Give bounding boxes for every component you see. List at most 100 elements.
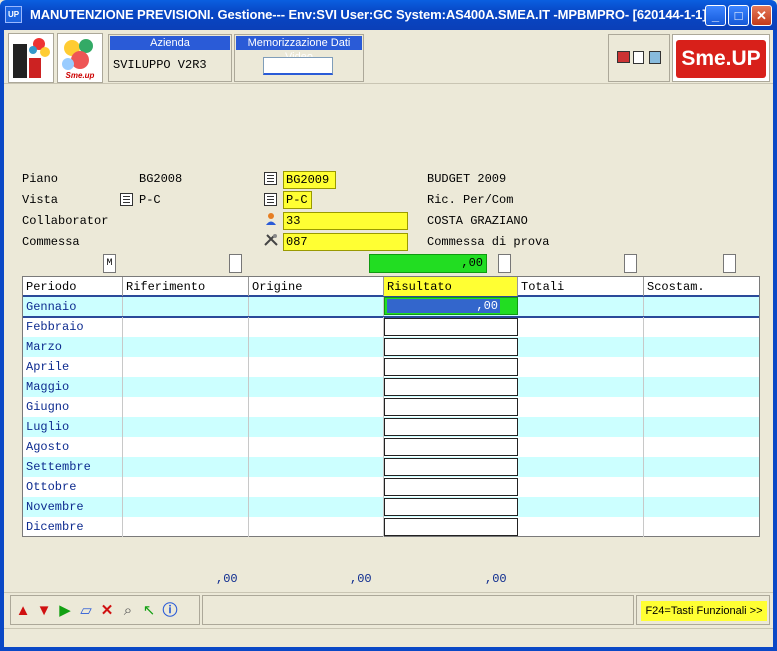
column-header-periodo[interactable]: Periodo xyxy=(23,277,123,296)
tools-icon[interactable] xyxy=(264,233,279,247)
column-header-riferimento[interactable]: Riferimento xyxy=(123,277,249,296)
arrow-down-icon[interactable]: ▼ xyxy=(36,602,52,620)
grid-cell xyxy=(644,397,759,417)
vista-target-field[interactable]: P-C xyxy=(283,191,312,209)
title-bar: UP MANUTENZIONE PREVISIONI. Gestione--- … xyxy=(0,0,777,30)
eraser-icon[interactable]: ▱ xyxy=(78,602,94,620)
arrow-up-icon[interactable]: ▲ xyxy=(15,602,31,620)
commessa-label: Commessa xyxy=(22,235,80,249)
risultato-input[interactable] xyxy=(384,498,518,516)
function-keys-panel: F24=Tasti Funzionali >> xyxy=(636,595,770,625)
vista-description: Ric. Per/Com xyxy=(427,193,514,207)
window-frame-right xyxy=(773,30,777,651)
risultato-checkbox[interactable] xyxy=(498,254,511,273)
monitor-icon[interactable] xyxy=(617,51,630,63)
risultato-input[interactable] xyxy=(384,418,518,436)
grid-cell xyxy=(518,417,644,437)
search-icon[interactable]: ⌕ xyxy=(120,602,136,620)
bottom-toolbar: ▲ ▼ ▶ ▱ ✕ ⌕ ↖ ⓘ F24=Tasti Funzionali >> xyxy=(4,592,773,625)
grid-cell xyxy=(644,297,759,317)
risultato-total-field[interactable]: ,00 xyxy=(369,254,487,273)
azienda-value: SVILUPPO V2R3 xyxy=(113,58,207,72)
table-row[interactable]: Ottobre xyxy=(23,477,759,497)
person-icon[interactable] xyxy=(264,212,278,226)
risultato-input[interactable] xyxy=(384,478,518,496)
column-header-risultato[interactable]: Risultato xyxy=(384,277,518,296)
window-title: MANUTENZIONE PREVISIONI. Gestione--- Env… xyxy=(30,7,707,22)
periodo-cell: Ottobre xyxy=(23,477,123,497)
table-row[interactable]: Gennaio ,00 xyxy=(23,297,759,318)
grid-cell xyxy=(123,377,249,397)
company-logo-icon[interactable] xyxy=(8,33,54,83)
table-row[interactable]: Luglio xyxy=(23,417,759,437)
grid-cell xyxy=(249,457,384,477)
grid-cell xyxy=(518,437,644,457)
table-row[interactable]: Agosto xyxy=(23,437,759,457)
notes-icon[interactable] xyxy=(649,51,661,64)
risultato-input[interactable] xyxy=(384,518,518,536)
table-row[interactable]: Dicembre xyxy=(23,517,759,537)
table-row[interactable]: Giugno xyxy=(23,397,759,417)
periodo-cell: Maggio xyxy=(23,377,123,397)
grid-cell xyxy=(518,497,644,517)
column-header-origine[interactable]: Origine xyxy=(249,277,384,296)
piano-label: Piano xyxy=(22,172,59,186)
grid-cell xyxy=(249,337,384,357)
close-button[interactable]: ✕ xyxy=(751,5,772,26)
table-row[interactable]: Settembre xyxy=(23,457,759,477)
maximize-button[interactable]: □ xyxy=(728,5,749,26)
vista-target-lookup-icon[interactable] xyxy=(264,193,277,206)
smeup-brand[interactable]: Sme.UP xyxy=(672,34,770,82)
table-row[interactable]: Novembre xyxy=(23,497,759,517)
column-header-scostam[interactable]: Scostam. xyxy=(644,277,759,296)
memo-input[interactable] xyxy=(263,57,333,75)
table-row[interactable]: Maggio xyxy=(23,377,759,397)
grid-cell xyxy=(644,417,759,437)
message-area xyxy=(202,595,634,625)
play-icon[interactable]: ▶ xyxy=(57,602,73,620)
risultato-input[interactable] xyxy=(384,338,518,356)
vista-lookup-icon[interactable] xyxy=(120,193,133,206)
commessa-description: Commessa di prova xyxy=(427,235,550,249)
piano-lookup-icon[interactable] xyxy=(264,172,277,185)
risultato-input[interactable] xyxy=(384,358,518,376)
risultato-input[interactable] xyxy=(384,438,518,456)
table-row[interactable]: Marzo xyxy=(23,337,759,357)
grid-cell xyxy=(644,357,759,377)
risultato-input[interactable] xyxy=(384,318,518,336)
azienda-panel: Azienda SVILUPPO V2R3 xyxy=(108,34,232,82)
back-icon[interactable]: ↖ xyxy=(141,602,157,620)
risultato-input[interactable] xyxy=(384,458,518,476)
memo-caption: Memorizzazione Dati Video xyxy=(236,36,362,63)
table-row[interactable]: Febbraio xyxy=(23,317,759,337)
grid-cell xyxy=(123,397,249,417)
piano-target-field[interactable]: BG2009 xyxy=(283,171,336,189)
riferimento-checkbox[interactable] xyxy=(229,254,242,273)
risultato-input[interactable] xyxy=(384,378,518,396)
grid-cell xyxy=(249,477,384,497)
periodo-cell: Gennaio xyxy=(23,297,123,317)
column-header-totali[interactable]: Totali xyxy=(518,277,644,296)
scostam-checkbox[interactable] xyxy=(723,254,736,273)
grid-cell xyxy=(644,477,759,497)
grid-cell xyxy=(249,497,384,517)
info-icon[interactable]: ⓘ xyxy=(162,602,178,620)
smeup-logo-icon[interactable]: Sme.up xyxy=(57,33,103,83)
periodo-cell: Marzo xyxy=(23,337,123,357)
smeup-logo-text: Sme.up xyxy=(66,71,95,80)
app-icon[interactable]: UP xyxy=(5,6,22,23)
piano-description: BUDGET 2009 xyxy=(427,172,507,186)
table-row[interactable]: Aprile xyxy=(23,357,759,377)
grid-cell xyxy=(644,437,759,457)
collaborator-field[interactable]: 33 xyxy=(283,212,408,230)
delete-icon[interactable]: ✕ xyxy=(99,602,115,620)
commessa-field[interactable]: 087 xyxy=(283,233,408,251)
minimize-button[interactable]: _ xyxy=(705,5,726,26)
periodo-cell: Novembre xyxy=(23,497,123,517)
risultato-input[interactable] xyxy=(384,398,518,416)
risultato-input-selected[interactable]: ,00 xyxy=(384,297,518,315)
function-keys-button[interactable]: F24=Tasti Funzionali >> xyxy=(641,601,767,621)
document-icon[interactable] xyxy=(633,51,644,64)
totali-checkbox[interactable] xyxy=(624,254,637,273)
m-checkbox[interactable]: M xyxy=(103,254,116,273)
